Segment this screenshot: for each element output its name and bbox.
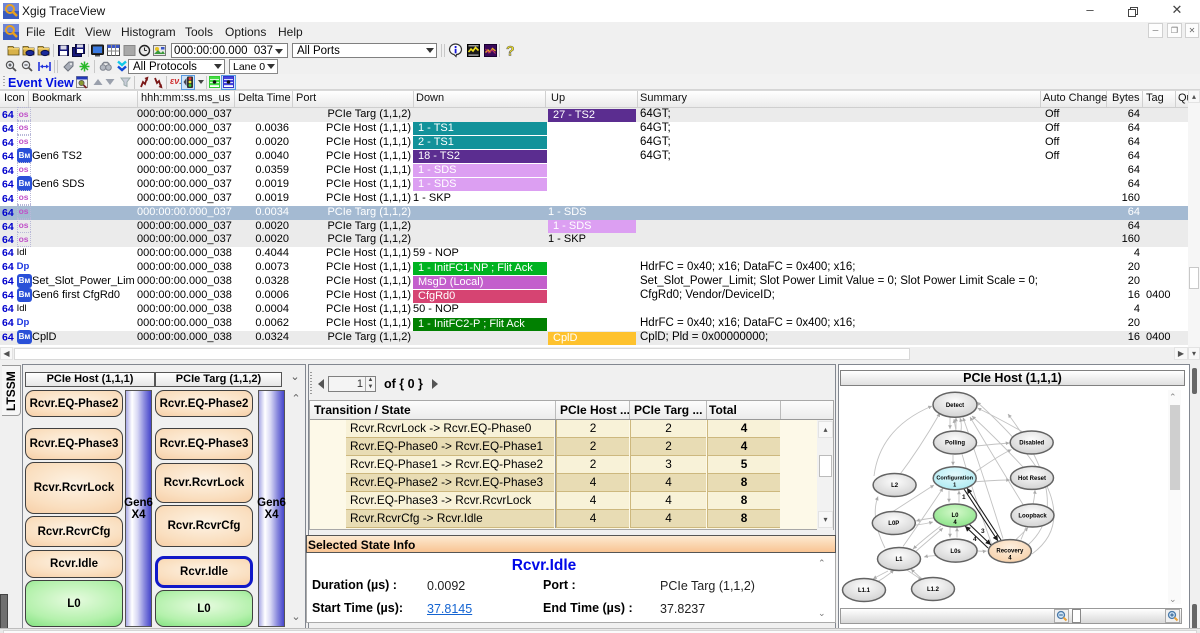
svg-text:L1: L1 xyxy=(895,557,903,563)
svg-text:4: 4 xyxy=(973,536,977,543)
svg-text:L0s: L0s xyxy=(950,549,961,555)
svg-text:Disabled: Disabled xyxy=(1019,441,1044,447)
svg-text:L0P: L0P xyxy=(888,521,899,527)
svg-text:1: 1 xyxy=(953,483,956,489)
svg-text:?: ? xyxy=(506,43,515,58)
svg-text:1: 1 xyxy=(962,494,966,501)
svg-text:L2: L2 xyxy=(891,483,899,489)
svg-text:3: 3 xyxy=(981,528,985,535)
svg-text:L1.2: L1.2 xyxy=(927,587,940,593)
svg-text:L0: L0 xyxy=(951,513,959,519)
svg-text:Loopback: Loopback xyxy=(1018,514,1047,520)
svg-text:Configuration: Configuration xyxy=(936,476,973,482)
svg-text:Polling: Polling xyxy=(945,441,965,447)
svg-text:Hot Reset: Hot Reset xyxy=(1018,476,1046,482)
svg-text:Recovery: Recovery xyxy=(996,549,1024,555)
svg-text:Detect: Detect xyxy=(946,403,964,409)
svg-text:L1.1: L1.1 xyxy=(858,588,871,594)
